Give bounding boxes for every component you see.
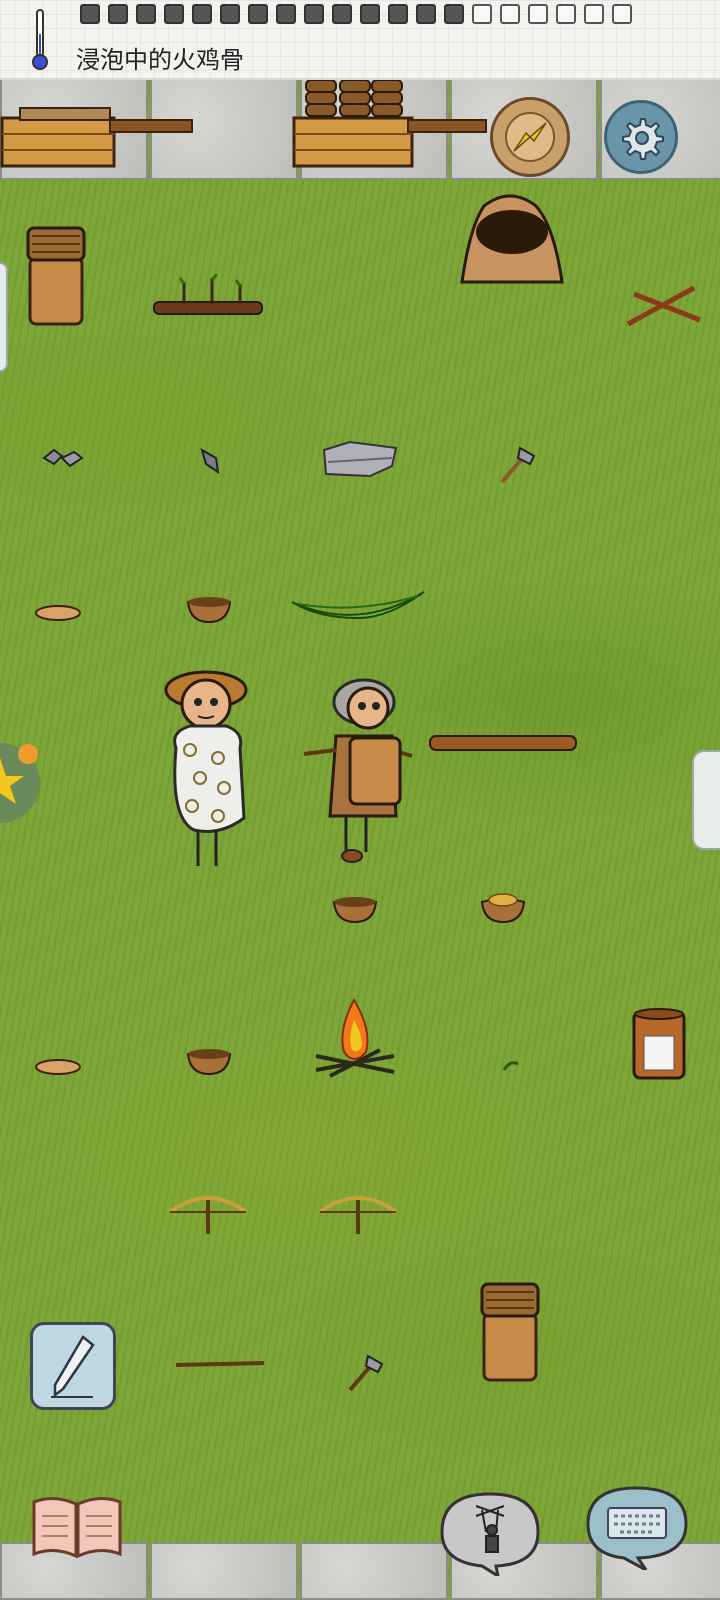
right-edge-tab[interactable] [692, 750, 720, 850]
recipe-book-button[interactable] [30, 1494, 124, 1558]
hunger-pip [360, 4, 380, 24]
flatbread-icon[interactable] [34, 604, 82, 622]
sharp-stone-icon[interactable] [198, 446, 222, 474]
hunger-pip [584, 4, 604, 24]
book-icon [32, 1497, 122, 1558]
hunger-pip [612, 4, 632, 24]
bow-drill-icon[interactable] [316, 1190, 400, 1238]
hunger-pip [220, 4, 240, 24]
woven-basket-on-pot-icon[interactable] [478, 1278, 542, 1384]
held-item-label: 浸泡中的火鸡骨 [76, 46, 244, 74]
chat-keyboard-button[interactable] [584, 1484, 690, 1570]
sprout-icon[interactable] [500, 1058, 522, 1074]
hunger-pip [304, 4, 324, 24]
sapling-row-icon[interactable] [150, 270, 266, 322]
compass-button[interactable] [490, 97, 570, 177]
butt-log-icon[interactable] [428, 732, 578, 754]
wooden-crate-icon[interactable] [0, 100, 200, 170]
hunger-pip [192, 4, 212, 24]
stone-hatchet-icon[interactable] [498, 446, 538, 486]
flint-chips-icon[interactable] [40, 446, 86, 470]
hunger-pip [276, 4, 296, 24]
hunger-meter [80, 4, 632, 24]
long-shaft-icon[interactable] [174, 1358, 266, 1372]
hunger-pip [108, 4, 128, 24]
bow-drill-icon[interactable] [166, 1190, 250, 1238]
hunger-pip [388, 4, 408, 24]
note-button[interactable] [30, 1322, 116, 1410]
star-badge-icon[interactable] [0, 738, 44, 828]
woven-basket-on-pot-icon[interactable] [24, 222, 88, 328]
clay-bowl-icon[interactable] [332, 894, 378, 924]
flat-rock-icon[interactable] [320, 440, 400, 480]
thermometer-icon [32, 9, 48, 70]
settings-button[interactable] [604, 100, 678, 174]
pencil-icon [51, 1335, 95, 1398]
crock-of-salt-icon[interactable] [630, 1006, 688, 1082]
hunger-pip [416, 4, 436, 24]
hunger-pip [500, 4, 520, 24]
bowl-of-food-icon[interactable] [480, 890, 526, 924]
hunger-pip [164, 4, 184, 24]
compass-icon [505, 112, 555, 162]
player-character-elder[interactable] [300, 676, 422, 872]
hunger-pip [136, 4, 156, 24]
clay-bowl-icon[interactable] [186, 594, 232, 624]
leaf-icon[interactable] [288, 588, 428, 628]
flatbread-icon[interactable] [34, 1058, 82, 1076]
crossed-sticks-icon[interactable] [624, 284, 704, 334]
wooden-crate-icon[interactable] [292, 78, 492, 170]
keyboard-icon [607, 1507, 667, 1539]
hunger-pip [528, 4, 548, 24]
campfire-icon[interactable] [310, 996, 400, 1084]
clay-bowl-icon[interactable] [186, 1046, 232, 1076]
hunger-pip [444, 4, 464, 24]
player-character-sheepskin[interactable] [160, 668, 250, 880]
status-bar: 浸泡中的火鸡骨 [0, 0, 720, 80]
adobe-kiln-icon[interactable] [454, 186, 570, 286]
hunger-pip [248, 4, 268, 24]
stone-hatchet-icon[interactable] [346, 1354, 386, 1394]
hunger-pip [556, 4, 576, 24]
gear-icon [622, 118, 664, 160]
hunger-pip [472, 4, 492, 24]
hunger-pip [80, 4, 100, 24]
emote-button[interactable] [438, 1490, 542, 1576]
left-edge-tab[interactable] [0, 262, 8, 372]
hunger-pip [332, 4, 352, 24]
